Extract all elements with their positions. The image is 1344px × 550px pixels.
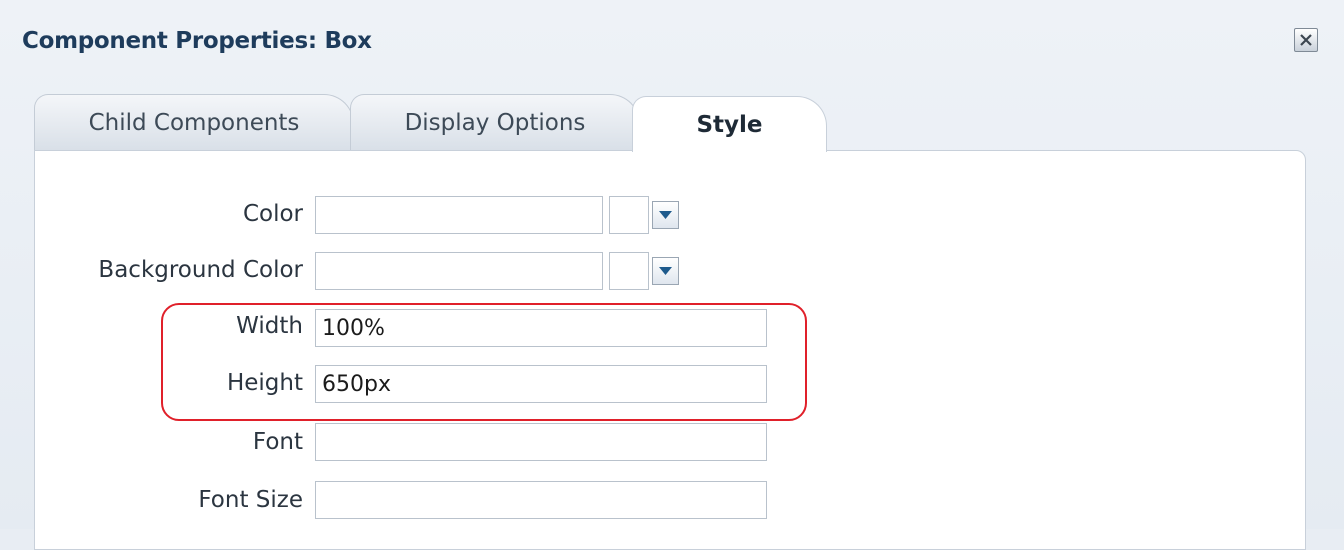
color-label: Color <box>242 201 303 227</box>
chevron-down-icon <box>659 211 672 219</box>
height-input[interactable] <box>315 365 767 403</box>
font-size-label: Font Size <box>198 487 303 513</box>
color-swatch[interactable] <box>609 196 649 234</box>
tab-label: Style <box>696 111 763 138</box>
tab-display-options[interactable]: Display Options <box>350 94 640 150</box>
font-size-input[interactable] <box>315 481 767 519</box>
font-label: Font <box>252 429 303 455</box>
chevron-down-icon <box>659 267 672 275</box>
component-properties-dialog: Component Properties: Box Child Componen… <box>0 0 1344 550</box>
background-color-swatch[interactable] <box>609 252 649 290</box>
height-label: Height <box>226 370 303 396</box>
close-button[interactable] <box>1294 28 1318 52</box>
width-input[interactable] <box>315 309 767 347</box>
font-input[interactable] <box>315 423 767 461</box>
dialog-title: Component Properties: Box <box>22 28 372 54</box>
color-input[interactable] <box>315 196 603 234</box>
width-label: Width <box>236 313 303 339</box>
background-color-label: Background Color <box>98 257 303 283</box>
tab-child-components[interactable]: Child Components <box>34 94 354 150</box>
tab-label: Child Components <box>88 109 300 136</box>
color-dropdown-button[interactable] <box>652 201 679 229</box>
tab-style[interactable]: Style <box>632 96 827 152</box>
tab-label: Display Options <box>404 109 586 136</box>
background-color-input[interactable] <box>315 252 603 290</box>
close-icon <box>1300 34 1312 46</box>
background-color-dropdown-button[interactable] <box>652 257 679 285</box>
